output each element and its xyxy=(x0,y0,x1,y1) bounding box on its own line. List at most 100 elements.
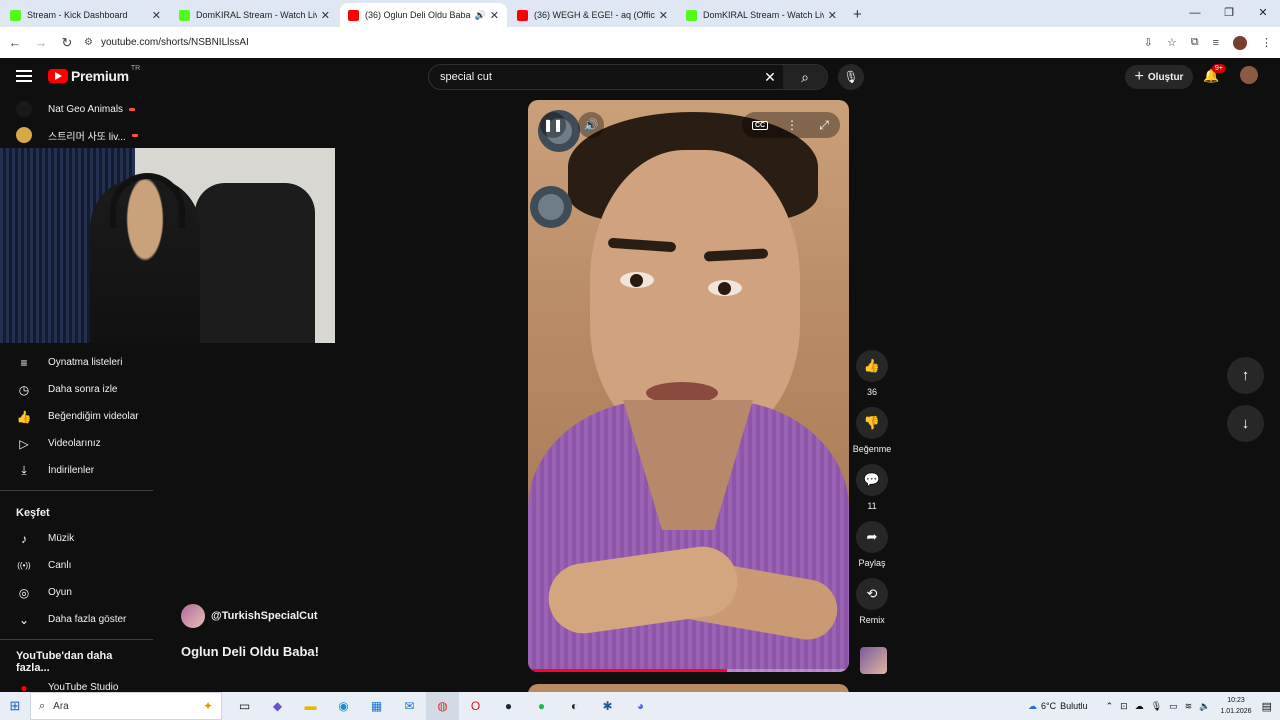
sidebar-item[interactable]: ⤓ İndirilenler xyxy=(0,457,153,484)
tab-close-icon[interactable]: ✕ xyxy=(828,9,837,22)
store-icon[interactable]: ▦ xyxy=(360,692,393,720)
browser-tab[interactable]: Stream - Kick Dashboard ✕ xyxy=(2,3,169,27)
sidebar-item[interactable]: ▷ Videolarınız xyxy=(0,430,153,457)
create-button[interactable]: + Oluştur xyxy=(1125,65,1193,89)
share-button[interactable]: ➦ xyxy=(856,521,888,553)
sidebar-item[interactable]: ⌄ Daha fazla göster xyxy=(0,606,153,633)
search-highlight-icon: ✦ xyxy=(202,699,213,713)
plus-icon: + xyxy=(1134,68,1144,85)
search-button[interactable]: ⌕ xyxy=(783,65,827,89)
edge-icon[interactable]: ◉ xyxy=(327,692,360,720)
arrow-down-icon: ↓ xyxy=(1241,415,1250,432)
new-tab-button[interactable]: + xyxy=(853,6,862,23)
hamburger-menu-icon[interactable] xyxy=(16,70,32,85)
country-code: TR xyxy=(130,64,141,72)
bookmark-star-icon[interactable]: ☆ xyxy=(1167,36,1177,49)
file-explorer-icon[interactable]: ▬ xyxy=(294,692,327,720)
search-input[interactable] xyxy=(429,71,757,83)
back-arrow-icon[interactable]: ← xyxy=(4,35,26,50)
progress-bar[interactable] xyxy=(528,669,849,672)
weather-widget[interactable]: ☁ 6°C Bulutlu xyxy=(1028,701,1088,712)
more-from-youtube-heading: YouTube'dan daha fazla... xyxy=(16,650,113,674)
close-window-button[interactable]: ✕ xyxy=(1246,0,1280,27)
reload-icon[interactable]: ↻ xyxy=(56,35,78,51)
browser-tab[interactable]: (36) WEGH & EGE! - aq (Official ✕ xyxy=(509,3,676,27)
expand-icon: ⤢ xyxy=(819,117,829,132)
taskbar-search[interactable]: ⌕ Ara ✦ xyxy=(30,692,222,720)
task-view-icon[interactable]: ▭ xyxy=(228,692,261,720)
opera-icon[interactable]: O xyxy=(459,692,492,720)
chrome-icon[interactable]: ◍ xyxy=(426,692,459,720)
chevron-up-icon[interactable]: ⌃ xyxy=(1106,701,1114,712)
media-control-icon[interactable]: ≡ xyxy=(1213,37,1219,49)
taskbar-apps: ▭ ◆ ▬ ◉ ▦ ✉ ◍ O ● ● ◐ ✱ ◕ xyxy=(228,692,657,720)
tab-close-icon[interactable]: ✕ xyxy=(659,9,668,22)
tab-favicon-icon xyxy=(10,9,21,21)
tab-close-icon[interactable]: ✕ xyxy=(152,9,161,22)
minimize-button[interactable]: — xyxy=(1178,0,1212,27)
channel-name[interactable]: @TurkishSpecialCut xyxy=(211,610,318,622)
notification-center-icon[interactable]: ▤ xyxy=(1262,700,1272,713)
sidebar-item[interactable]: ◎ Oyun xyxy=(0,579,153,606)
site-info-icon[interactable]: ⚙ xyxy=(84,37,93,48)
install-app-icon[interactable]: ⇩ xyxy=(1144,36,1153,49)
browser-toolbar: ← → ↻ ⚙ youtube.com/shorts/NSBNILlssAI ⇩… xyxy=(0,27,1280,58)
tab-audio-icon[interactable]: 🔊 xyxy=(475,10,486,21)
windows-start-icon[interactable]: ⊞ xyxy=(0,698,30,714)
profile-avatar[interactable] xyxy=(1233,35,1247,50)
sidebar-item[interactable]: ((•)) Canlı xyxy=(0,552,153,579)
comments-button[interactable]: 💬 xyxy=(856,464,888,496)
copilot-icon[interactable]: ◆ xyxy=(261,692,294,720)
cloud-icon: ☁ xyxy=(1027,700,1037,711)
wifi-icon[interactable]: ≋ xyxy=(1185,701,1193,712)
more-options-button[interactable]: ⋮ xyxy=(779,112,805,138)
network-icon[interactable]: ⊡ xyxy=(1120,701,1128,712)
tab-title: (36) WEGH & EGE! - aq (Official xyxy=(534,10,655,20)
sidebar-item-label: Videolarınız xyxy=(48,438,101,449)
dislike-button[interactable]: 👎 xyxy=(856,407,888,439)
captions-button[interactable]: CC xyxy=(747,112,773,138)
remix-button[interactable]: ⟲ xyxy=(856,578,888,610)
previous-short-button[interactable]: ↑ xyxy=(1227,357,1264,394)
mail-icon[interactable]: ✉ xyxy=(393,692,426,720)
shorts-player[interactable]: ❚❚ 🔊 CC ⋮ ⤢ xyxy=(528,100,849,672)
sound-thumbnail[interactable] xyxy=(860,647,887,674)
restore-button[interactable]: ❐ xyxy=(1212,0,1246,27)
tab-close-icon[interactable]: ✕ xyxy=(490,9,499,22)
display-icon[interactable]: ▭ xyxy=(1169,701,1178,712)
subscription-item[interactable]: Nat Geo Animals xyxy=(0,96,153,122)
discord-icon[interactable]: ◕ xyxy=(624,692,657,720)
steam-icon[interactable]: ● xyxy=(492,692,525,720)
onedrive-icon[interactable]: ☁ xyxy=(1135,701,1144,712)
browser-menu-icon[interactable]: ⋮ xyxy=(1261,36,1272,49)
subscription-item[interactable]: 스트리머 사또 liv... xyxy=(0,122,153,148)
tab-close-icon[interactable]: ✕ xyxy=(321,9,330,22)
next-short-button[interactable]: ↓ xyxy=(1227,405,1264,442)
sidebar-item[interactable]: 👍 Beğendiğim videolar xyxy=(0,403,153,430)
extensions-icon[interactable]: ⧉ xyxy=(1191,36,1199,49)
spotify-icon[interactable]: ● xyxy=(525,692,558,720)
address-bar[interactable]: ⚙ youtube.com/shorts/NSBNILlssAI xyxy=(84,31,1134,54)
browser-tab[interactable]: DomKIRAL Stream - Watch Live ✕ xyxy=(678,3,845,27)
sidebar-item[interactable]: ♪ Müzik xyxy=(0,525,153,552)
speaker-icon[interactable]: 🔈 xyxy=(1199,701,1210,712)
forward-arrow-icon[interactable]: → xyxy=(30,35,52,50)
voice-search-button[interactable]: 🎙 xyxy=(838,64,864,90)
youtube-premium-logo[interactable]: Premium TR xyxy=(48,64,141,84)
like-button[interactable]: 👍 xyxy=(856,350,888,382)
microphone-icon[interactable]: 🎙 xyxy=(1151,701,1162,712)
sidebar-item[interactable]: ≡ Oynatma listeleri xyxy=(0,349,153,376)
account-avatar[interactable] xyxy=(1240,66,1258,84)
channel-avatar[interactable] xyxy=(181,604,205,628)
clear-search-icon[interactable]: ✕ xyxy=(757,69,783,86)
channel-link[interactable]: @TurkishSpecialCut xyxy=(181,604,319,628)
browser-tab[interactable]: (36) Oglun Deli Oldu Baba! 🔊 ✕ xyxy=(340,3,507,27)
pause-button[interactable]: ❚❚ xyxy=(540,112,566,138)
app-icon[interactable]: ✱ xyxy=(591,692,624,720)
fullscreen-button[interactable]: ⤢ xyxy=(811,112,837,138)
sidebar-item[interactable]: ◷ Daha sonra izle xyxy=(0,376,153,403)
clock[interactable]: 10:23 1.01.2026 xyxy=(1220,695,1251,717)
browser-tab[interactable]: DomKIRAL Stream - Watch Live ✕ xyxy=(171,3,338,27)
volume-button[interactable]: 🔊 xyxy=(578,112,604,138)
obs-icon[interactable]: ◐ xyxy=(558,692,591,720)
